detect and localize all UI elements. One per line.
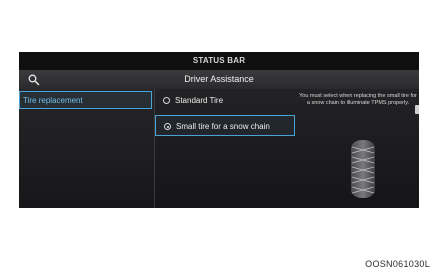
search-button[interactable]: [27, 73, 41, 87]
small-tire-snow-chain-option[interactable]: Small tire for a snow chain: [155, 115, 295, 136]
sidebar: Tire replacement: [19, 89, 154, 208]
side-panel-handle[interactable]: [415, 105, 419, 114]
option-label: Small tire for a snow chain: [176, 122, 270, 131]
page-title: Driver Assistance: [19, 70, 419, 89]
status-bar: STATUS BAR: [19, 52, 419, 70]
sidebar-item-label: Tire replacement: [23, 96, 83, 105]
radio-selected-icon: [164, 123, 171, 130]
figure-code: OOSN061030L: [365, 259, 430, 269]
snow-chain-tire-icon: [351, 140, 375, 198]
sidebar-item-tire-replacement[interactable]: Tire replacement: [19, 91, 152, 109]
settings-content: Standard Tire Small tire for a snow chai…: [155, 89, 419, 208]
help-text: You must select when replacing the small…: [299, 93, 417, 106]
option-label: Standard Tire: [175, 96, 224, 105]
radio-unselected-icon: [163, 97, 170, 104]
standard-tire-option[interactable]: Standard Tire: [155, 92, 295, 110]
search-icon: [28, 74, 40, 86]
infotainment-screen: STATUS BAR Driver Assistance Tire replac…: [19, 52, 419, 208]
